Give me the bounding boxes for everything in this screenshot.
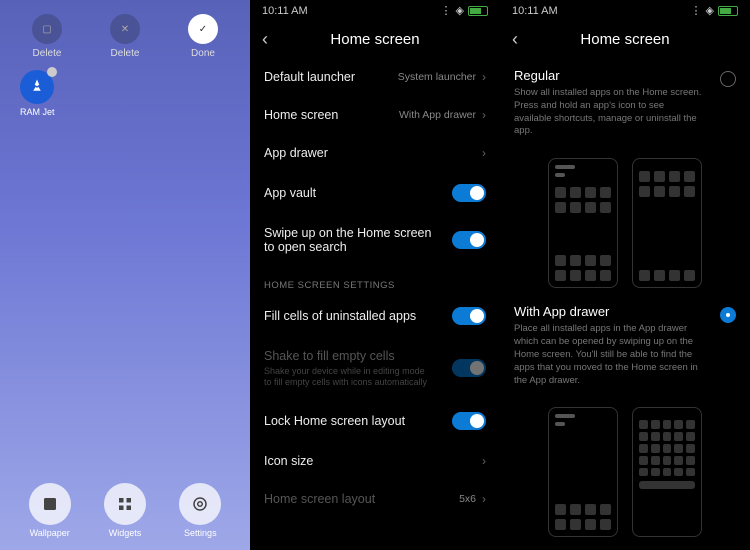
toggle-swipe-search[interactable] bbox=[452, 231, 486, 249]
row-home-screen[interactable]: Home screen With App drawer › bbox=[250, 96, 500, 134]
phone-preview bbox=[632, 407, 702, 537]
battery-icon bbox=[718, 6, 738, 16]
dock-label: Wallpaper bbox=[30, 528, 70, 538]
check-icon: ✓ bbox=[188, 14, 218, 44]
bluetooth-icon: ⋮ bbox=[691, 4, 702, 17]
wifi-icon: ◈ bbox=[706, 4, 714, 17]
settings-list-screen: 10:11 AM ⋮ ◈ ‹ Home screen Default launch… bbox=[250, 0, 500, 550]
action-label: Done bbox=[191, 48, 215, 59]
radio-regular[interactable] bbox=[720, 71, 736, 87]
row-value: With App drawer bbox=[399, 109, 476, 121]
toggle-shake-fill bbox=[452, 359, 486, 377]
action-label: Delete bbox=[111, 48, 140, 59]
option-desc: Place all installed apps in the App draw… bbox=[514, 323, 704, 387]
row-swipe-search[interactable]: Swipe up on the Home screen to open sear… bbox=[250, 214, 500, 266]
chevron-right-icon: › bbox=[482, 70, 486, 84]
wallpaper-button[interactable]: Wallpaper bbox=[29, 483, 71, 538]
row-label: Lock Home screen layout bbox=[264, 414, 405, 428]
app-label: RAM Jet bbox=[20, 107, 55, 117]
edit-dock: Wallpaper Widgets Settings bbox=[0, 483, 250, 538]
chevron-right-icon: › bbox=[482, 108, 486, 122]
phone-preview bbox=[548, 407, 618, 537]
row-shake-fill: Shake to fill empty cellsShake your devi… bbox=[250, 337, 500, 400]
regular-previews bbox=[500, 148, 750, 294]
gear-icon bbox=[179, 483, 221, 525]
page-title: Home screen bbox=[536, 31, 714, 48]
close-icon: ✕ bbox=[110, 14, 140, 44]
clock: 10:11 AM bbox=[262, 5, 308, 17]
row-value: 5x6 bbox=[459, 493, 476, 505]
wifi-icon: ◈ bbox=[456, 4, 464, 17]
option-desc: Show all installed apps on the Home scre… bbox=[514, 87, 704, 138]
clock: 10:11 AM bbox=[512, 5, 558, 17]
row-label: App drawer bbox=[264, 146, 328, 160]
row-label: App vault bbox=[264, 186, 316, 200]
action-label: Delete bbox=[33, 48, 62, 59]
row-app-vault[interactable]: App vault bbox=[250, 172, 500, 214]
row-lock-layout[interactable]: Lock Home screen layout bbox=[250, 400, 500, 442]
dock-label: Widgets bbox=[109, 528, 142, 538]
row-layout-grid[interactable]: Home screen layout 5x6 › bbox=[250, 480, 500, 518]
page-title: Home screen bbox=[286, 31, 464, 48]
radio-with-drawer[interactable] bbox=[720, 307, 736, 323]
app-ram-jet[interactable]: RAM Jet bbox=[20, 70, 55, 117]
row-icon-size[interactable]: Icon size › bbox=[250, 442, 500, 480]
back-button[interactable]: ‹ bbox=[262, 29, 286, 50]
row-default-launcher[interactable]: Default launcher System launcher › bbox=[250, 58, 500, 96]
header: ‹ Home screen bbox=[500, 21, 750, 58]
row-value: System launcher bbox=[398, 71, 476, 83]
wallpaper-icon bbox=[29, 483, 71, 525]
option-title: With App drawer bbox=[514, 304, 704, 319]
bluetooth-icon: ⋮ bbox=[441, 4, 452, 17]
chevron-right-icon: › bbox=[482, 146, 486, 160]
phone-preview bbox=[632, 158, 702, 288]
row-label: Swipe up on the Home screen to open sear… bbox=[264, 226, 434, 254]
header: ‹ Home screen bbox=[250, 21, 500, 58]
chevron-right-icon: › bbox=[482, 492, 486, 506]
battery-icon bbox=[468, 6, 488, 16]
section-header: HOME SCREEN SETTINGS bbox=[250, 266, 500, 295]
option-with-app-drawer[interactable]: With App drawer Place all installed apps… bbox=[500, 294, 750, 397]
row-app-drawer[interactable]: App drawer › bbox=[250, 134, 500, 172]
done-action[interactable]: ✓ Done bbox=[188, 14, 218, 59]
row-label: Fill cells of uninstalled apps bbox=[264, 309, 416, 323]
delete-action-2[interactable]: ✕ Delete bbox=[110, 14, 140, 59]
row-label: Icon size bbox=[264, 454, 313, 468]
toggle-app-vault[interactable] bbox=[452, 184, 486, 202]
row-label: Home screen bbox=[264, 108, 338, 122]
drawer-previews bbox=[500, 397, 750, 543]
back-button[interactable]: ‹ bbox=[512, 29, 536, 50]
toggle-fill-cells[interactable] bbox=[452, 307, 486, 325]
settings-button[interactable]: Settings bbox=[179, 483, 221, 538]
row-label: Shake to fill empty cellsShake your devi… bbox=[264, 349, 434, 388]
row-label: Home screen layout bbox=[264, 492, 375, 506]
row-label: Default launcher bbox=[264, 70, 355, 84]
option-regular[interactable]: Regular Show all installed apps on the H… bbox=[500, 58, 750, 148]
delete-action[interactable]: ▢ Delete bbox=[32, 14, 62, 59]
option-title: Regular bbox=[514, 68, 704, 83]
phone-preview bbox=[548, 158, 618, 288]
status-bar: 10:11 AM ⋮ ◈ bbox=[500, 0, 750, 21]
home-edit-screen: ▢ Delete ✕ Delete ✓ Done RAM Jet Wallpap… bbox=[0, 0, 250, 550]
chevron-right-icon: › bbox=[482, 454, 486, 468]
widgets-button[interactable]: Widgets bbox=[104, 483, 146, 538]
top-actions: ▢ Delete ✕ Delete ✓ Done bbox=[0, 0, 250, 65]
row-fill-cells[interactable]: Fill cells of uninstalled apps bbox=[250, 295, 500, 337]
widgets-icon bbox=[104, 483, 146, 525]
dock-label: Settings bbox=[184, 528, 217, 538]
toggle-lock-layout[interactable] bbox=[452, 412, 486, 430]
home-screen-mode-screen: 10:11 AM ⋮ ◈ ‹ Home screen Regular Show a… bbox=[500, 0, 750, 550]
status-bar: 10:11 AM ⋮ ◈ bbox=[250, 0, 500, 21]
rocket-icon bbox=[20, 70, 54, 104]
folder-icon: ▢ bbox=[32, 14, 62, 44]
